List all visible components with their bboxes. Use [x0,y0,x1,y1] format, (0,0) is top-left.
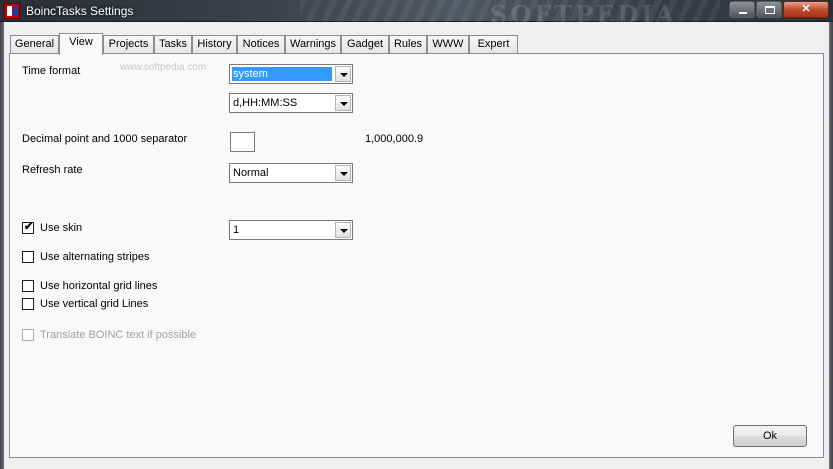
softpedia-watermark: SOFTPEDIA [490,0,678,29]
tab-tasks[interactable]: Tasks [154,35,192,54]
tab-history[interactable]: History [192,35,237,54]
time-pattern-value: d,HH:MM:SS [233,97,298,109]
use-skin-checkbox[interactable]: ✔ [22,221,34,234]
skin-select[interactable]: 1 [229,220,353,240]
time-pattern-select[interactable]: d,HH:MM:SS [229,93,353,113]
refresh-rate-label: Refresh rate [22,164,83,176]
refresh-rate-value: Normal [233,167,269,179]
decimal-example: 1,000,000.9 [365,133,424,145]
chevron-down-icon[interactable] [335,66,351,82]
window-frame-left [0,22,4,469]
tab-view[interactable]: View [59,33,103,55]
vertical-grid-label: Use vertical grid Lines [40,298,149,310]
tab-www[interactable]: WWW [427,35,469,54]
tab-rules[interactable]: Rules [389,35,427,54]
close-button[interactable]: ✕ [783,1,829,18]
tab-projects[interactable]: Projects [103,35,154,54]
app-icon[interactable] [4,3,20,19]
refresh-rate-select[interactable]: Normal [229,163,353,183]
alternating-stripes-checkbox[interactable] [22,251,34,263]
window-title: BoincTasks Settings [26,4,134,18]
tab-gadget[interactable]: Gadget [341,35,389,54]
maximize-icon [765,6,775,14]
use-skin-label: Use skin [40,222,83,234]
tab-general[interactable]: General [10,35,59,54]
alternating-stripes-label: Use alternating stripes [40,251,150,263]
translate-boinc-checkbox [22,329,34,341]
tab-warnings[interactable]: Warnings [285,35,341,54]
time-format-select[interactable]: system [229,64,353,84]
chevron-down-icon[interactable] [335,222,351,238]
title-bar[interactable]: BoincTasks Settings SOFTPEDIA ✕ [0,0,833,29]
time-format-value: system [232,67,332,81]
time-format-label: Time format [22,65,81,77]
decimal-separator-input[interactable] [230,132,255,152]
translate-boinc-label: Translate BOINC text if possible [40,329,197,341]
horizontal-grid-label: Use horizontal grid lines [40,280,158,292]
minimize-icon [739,12,747,14]
checkmark-icon: ✔ [23,221,34,233]
tab-notices[interactable]: Notices [237,35,285,54]
minimize-button[interactable] [729,1,755,18]
horizontal-grid-checkbox[interactable] [22,280,34,292]
decimal-separator-label: Decimal point and 1000 separator [22,133,188,145]
skin-value: 1 [233,224,240,236]
maximize-button[interactable] [756,1,782,18]
close-icon: ✕ [801,3,811,15]
softpedia-text-watermark: www.softpedia.com [120,62,207,73]
tab-expert[interactable]: Expert [469,35,518,54]
chevron-down-icon[interactable] [335,95,351,111]
chevron-down-icon[interactable] [335,165,351,181]
ok-button[interactable]: Ok [733,425,807,447]
window-frame-right [829,22,833,469]
vertical-grid-checkbox[interactable] [22,298,34,310]
